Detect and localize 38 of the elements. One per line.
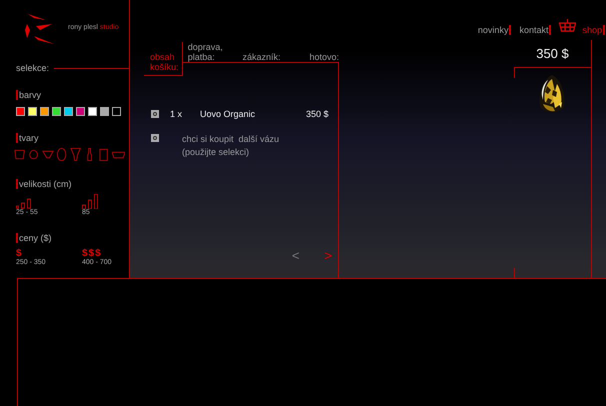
section-heading: ceny ($) bbox=[16, 233, 52, 243]
selection-title: selekce: bbox=[16, 63, 50, 73]
color-swatch[interactable] bbox=[16, 107, 25, 116]
step-tab[interactable]: zákazník: bbox=[237, 52, 304, 63]
dot-square-icon[interactable] bbox=[151, 110, 159, 118]
item-price: 350 $ bbox=[306, 109, 329, 119]
nav-link[interactable]: kontakt bbox=[519, 24, 552, 34]
color-swatch[interactable] bbox=[28, 107, 37, 116]
color-swatch[interactable] bbox=[64, 107, 73, 116]
color-swatch[interactable] bbox=[40, 107, 49, 116]
product-price: 350 $ bbox=[536, 45, 569, 63]
color-swatch[interactable] bbox=[88, 107, 97, 116]
section-heading: tvary bbox=[16, 133, 39, 143]
vase-shape-icon[interactable] bbox=[14, 147, 27, 162]
price-symbol[interactable]: $$$ bbox=[82, 248, 102, 259]
section-heading: velikosti (cm) bbox=[16, 179, 72, 189]
basket-icon[interactable] bbox=[559, 19, 576, 32]
item-name: Uovo Organic bbox=[200, 109, 256, 119]
step-tab[interactable]: doprava, platba: bbox=[182, 42, 238, 63]
color-swatch[interactable] bbox=[112, 107, 121, 116]
color-swatch[interactable] bbox=[100, 107, 109, 116]
hint-text: chci si koupit další vázu (použijte selekci) bbox=[182, 133, 280, 159]
step-tab[interactable]: obsah košíku: bbox=[144, 42, 183, 76]
step-tab[interactable]: hotovo: bbox=[304, 52, 339, 63]
next-arrow[interactable]: > bbox=[324, 248, 332, 278]
vase-shape-icon[interactable] bbox=[28, 147, 41, 162]
vase-shape-icon[interactable] bbox=[70, 147, 83, 162]
nav-link[interactable]: shop bbox=[582, 24, 605, 34]
color-swatch[interactable] bbox=[76, 107, 85, 116]
price-symbol[interactable]: $ bbox=[16, 248, 23, 259]
size-bars-icon[interactable] bbox=[82, 194, 98, 209]
vase-shape-icon[interactable] bbox=[56, 147, 69, 162]
vase-shape-icon[interactable] bbox=[98, 147, 111, 162]
section-heading: barvy bbox=[16, 90, 42, 100]
nav-link[interactable]: novinky bbox=[478, 24, 512, 34]
color-swatch[interactable] bbox=[52, 107, 61, 116]
dot-square-icon[interactable] bbox=[151, 134, 159, 142]
item-quantity: 1 x bbox=[170, 109, 184, 119]
